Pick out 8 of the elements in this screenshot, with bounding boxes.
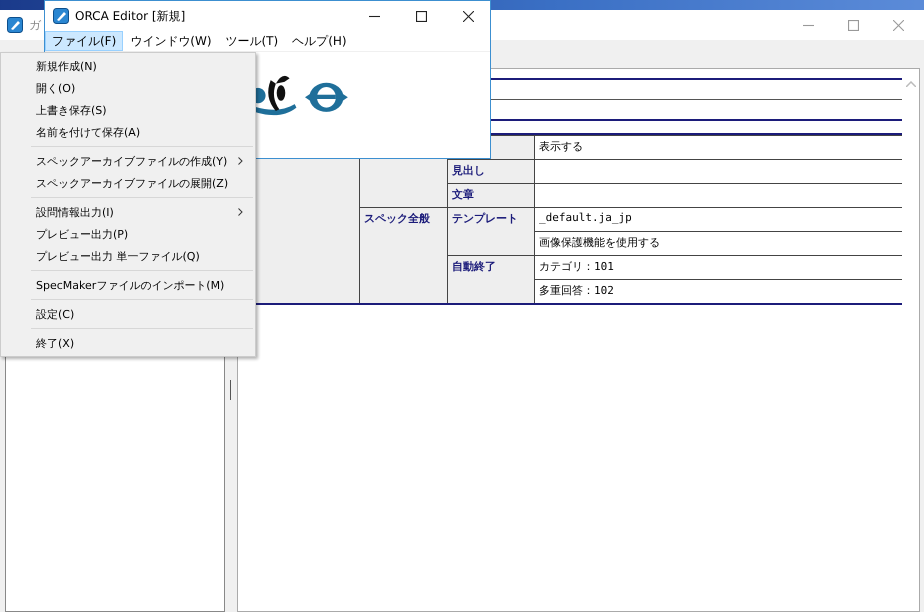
table-cell: テンプレート (448, 208, 534, 256)
window-title: ORCA Editor [新規] (75, 8, 186, 24)
table-cell: 表示する (534, 136, 902, 160)
table-cell: 自動終了 (448, 256, 534, 304)
window-title: ガ (29, 16, 41, 34)
table-cell: 文章 (448, 184, 534, 208)
table-cell: 見出し (448, 160, 534, 184)
table-cell: スペック全般 (360, 208, 448, 304)
